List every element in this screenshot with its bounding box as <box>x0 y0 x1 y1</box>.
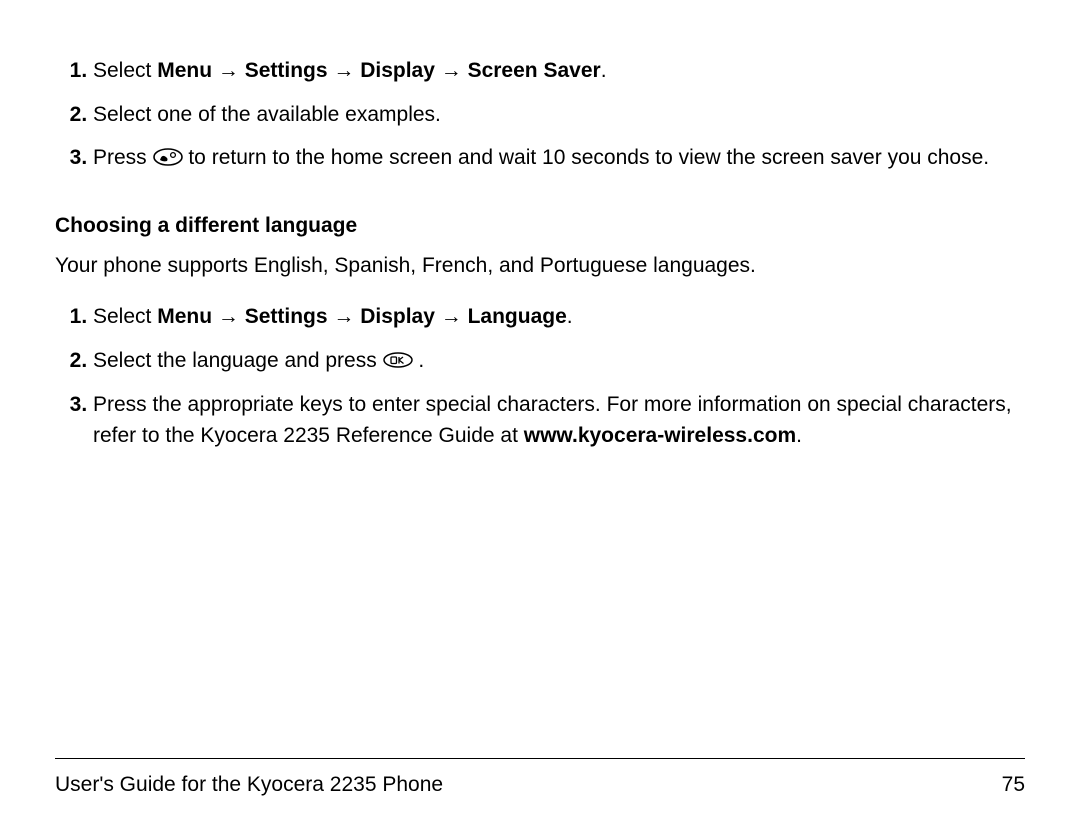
footer-title: User's Guide for the Kyocera 2235 Phone <box>55 769 443 801</box>
step-text: Select <box>93 59 157 82</box>
step-text-after: . <box>413 349 425 372</box>
lang-step-2: Select the language and press . <box>93 345 1025 377</box>
step-text-before: Select the language and press <box>93 349 383 372</box>
page-footer: User's Guide for the Kyocera 2235 Phone … <box>55 758 1025 801</box>
step-2: Select one of the available examples. <box>93 99 1025 131</box>
step-1: Select Menu → Settings → Display → Scree… <box>93 55 1025 87</box>
footer-page-number: 75 <box>1002 769 1025 801</box>
screen-saver-steps: Select Menu → Settings → Display → Scree… <box>55 55 1025 174</box>
step-3: Press to return to the home screen and w… <box>93 142 1025 174</box>
lang-step-1: Select Menu → Settings → Display → Langu… <box>93 301 1025 333</box>
lang-step-3: Press the appropriate keys to enter spec… <box>93 389 1025 452</box>
ok-button-icon <box>383 343 413 375</box>
step-text: Select <box>93 305 157 328</box>
step-bold-path: Menu → Settings → Display → Language <box>157 305 567 328</box>
step-text-before: Press <box>93 146 153 169</box>
step-bold-path: Menu → Settings → Display → Screen Saver <box>157 59 600 82</box>
page-content: Select Menu → Settings → Display → Scree… <box>55 55 1025 452</box>
language-steps: Select Menu → Settings → Display → Langu… <box>55 301 1025 452</box>
step-text-after: to return to the home screen and wait 10… <box>183 146 990 169</box>
end-call-icon <box>153 141 183 173</box>
section-heading-language: Choosing a different language <box>55 210 1025 242</box>
section-intro: Your phone supports English, Spanish, Fr… <box>55 250 1025 282</box>
reference-url: www.kyocera-wireless.com <box>524 424 796 447</box>
